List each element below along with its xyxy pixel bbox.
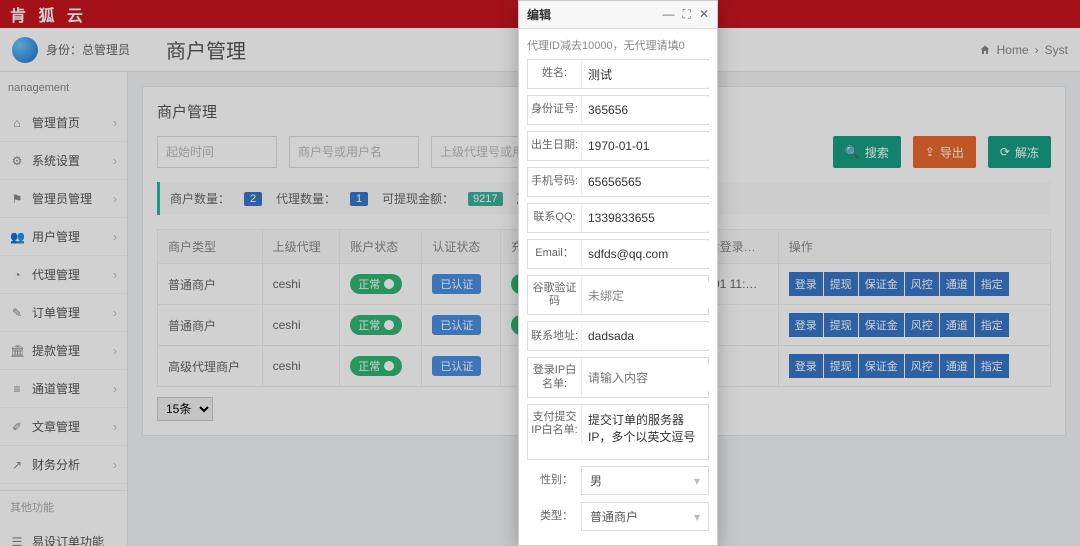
minimize-icon[interactable]: — bbox=[663, 7, 675, 22]
close-icon[interactable]: ✕ bbox=[699, 7, 709, 22]
api-label: 代付API接口状态： bbox=[527, 538, 709, 545]
gender-select[interactable]: 男▾ bbox=[581, 466, 709, 495]
maximize-icon[interactable]: ⛶ bbox=[683, 7, 691, 22]
modal-hint: 代理ID减去10000，无代理请填0 bbox=[527, 33, 709, 59]
payip-field[interactable]: 提交订单的服务器IP，多个以英文逗号 bbox=[582, 405, 708, 459]
chevron-down-icon: ▾ bbox=[694, 474, 700, 488]
edit-modal: 编辑 — ⛶ ✕ 代理ID减去10000，无代理请填0 姓名: 身份证号: 出生… bbox=[518, 0, 718, 546]
phone-field[interactable] bbox=[582, 169, 717, 195]
addr-field[interactable] bbox=[582, 323, 717, 349]
modal-body[interactable]: 代理ID减去10000，无代理请填0 姓名: 身份证号: 出生日期: 手机号码:… bbox=[519, 29, 717, 545]
chevron-down-icon: ▾ bbox=[694, 510, 700, 524]
ipwl-field[interactable] bbox=[582, 365, 717, 391]
qq-field[interactable] bbox=[582, 205, 717, 231]
modal-title: 编辑 bbox=[527, 6, 551, 23]
email-field[interactable] bbox=[582, 241, 717, 267]
birth-field[interactable] bbox=[582, 133, 717, 159]
idno-field[interactable] bbox=[582, 97, 717, 123]
modal-header: 编辑 — ⛶ ✕ bbox=[519, 1, 717, 29]
ga-field bbox=[582, 282, 717, 308]
name-field[interactable] bbox=[582, 61, 717, 87]
type-select[interactable]: 普通商户▾ bbox=[581, 502, 709, 531]
